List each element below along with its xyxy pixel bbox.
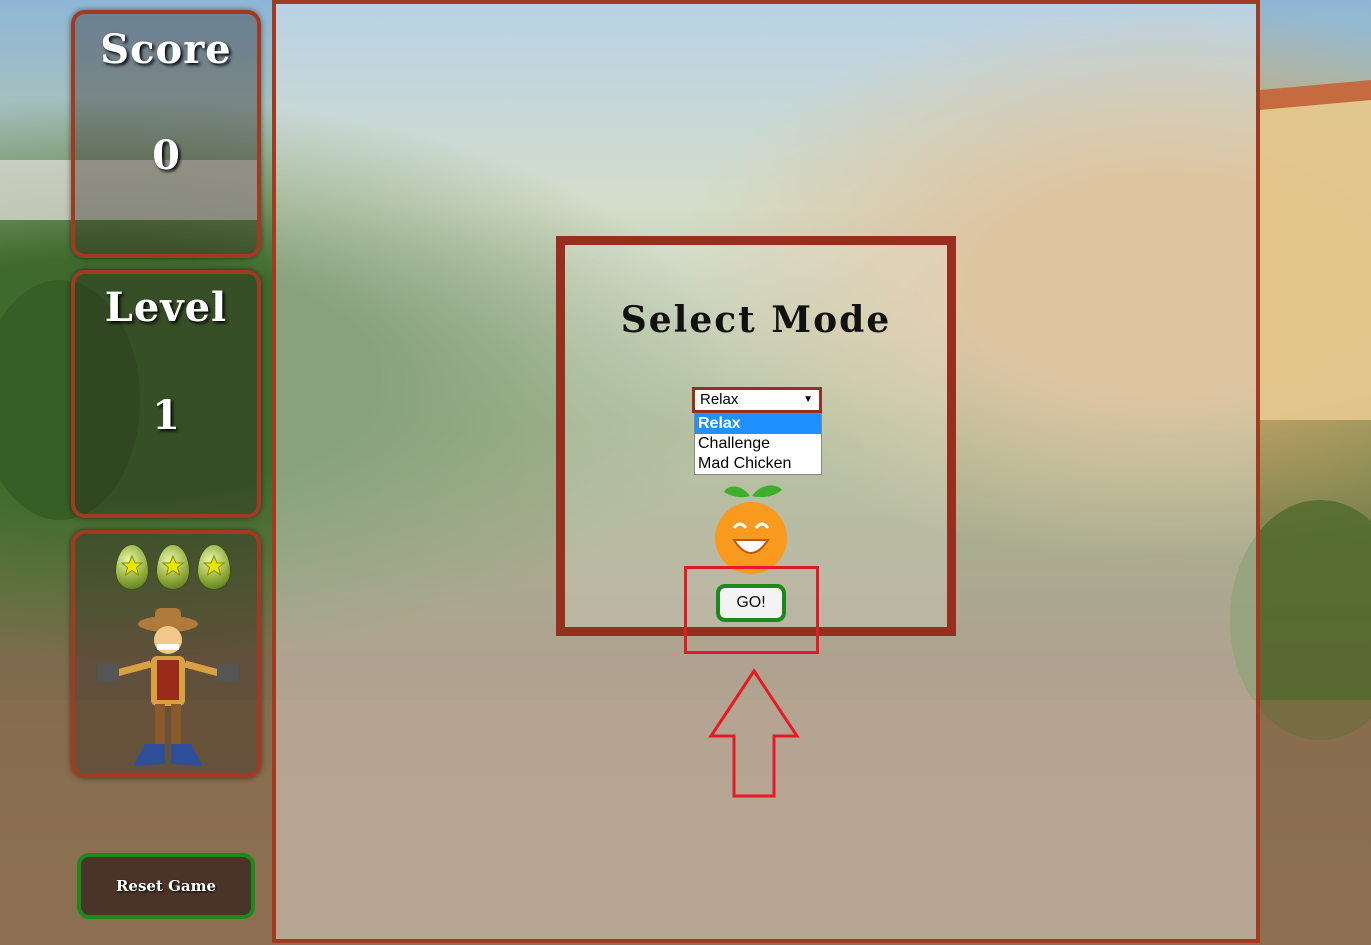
star-egg-icon (156, 544, 190, 590)
star-egg-icon (115, 544, 149, 590)
level-title: Level (104, 284, 228, 331)
dropdown-arrow-icon: ▼ (803, 394, 813, 405)
mode-select-value: Relax (700, 391, 739, 408)
score-panel: Score 0 (71, 10, 261, 258)
level-panel: Level 1 (71, 270, 261, 518)
orange-mascot-icon (715, 485, 787, 574)
mode-select[interactable]: Relax ▼ (692, 387, 822, 413)
score-value: 0 (152, 132, 180, 179)
reset-game-button[interactable]: Reset Game (77, 853, 255, 919)
up-arrow-icon (708, 668, 800, 798)
star-egg-icon (197, 544, 231, 590)
mode-options-list: Relax Challenge Mad Chicken (694, 413, 822, 475)
cowboy-character-icon (97, 608, 239, 766)
score-title: Score (100, 26, 232, 73)
mode-option-mad-chicken[interactable]: Mad Chicken (695, 454, 821, 474)
mode-option-relax[interactable]: Relax (695, 414, 821, 434)
mode-option-challenge[interactable]: Challenge (695, 434, 821, 454)
modal-title: Select Mode (620, 299, 892, 341)
highlight-box (684, 566, 819, 654)
lives-panel (71, 530, 261, 778)
level-value: 1 (152, 392, 180, 439)
